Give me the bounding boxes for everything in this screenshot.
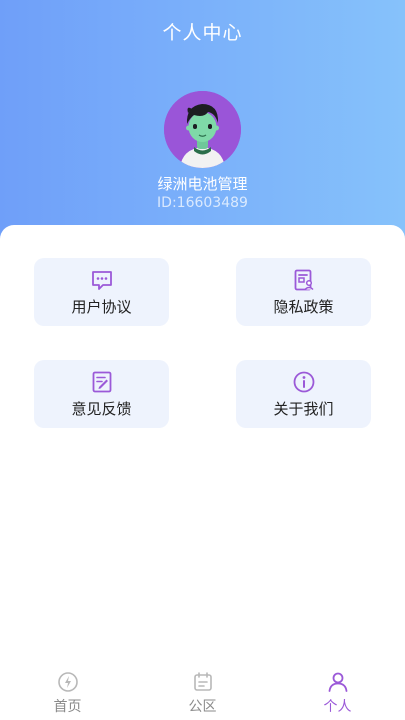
about-us-button[interactable]: 关于我们 [236, 360, 371, 428]
avatar[interactable] [164, 91, 241, 168]
user-id: ID:16603489 [157, 195, 248, 211]
person-icon [326, 670, 350, 694]
tab-home[interactable]: 首页 [0, 665, 135, 720]
avatar-illustration-icon [164, 91, 241, 168]
info-circle-icon [292, 370, 316, 394]
calendar-icon [191, 670, 215, 694]
privacy-policy-button[interactable]: 隐私政策 [236, 258, 371, 326]
user-agreement-label: 用户协议 [71, 297, 132, 316]
tab-profile[interactable]: 个人 [270, 665, 405, 720]
user-name: 绿洲电池管理 [157, 175, 248, 193]
user-agreement-button[interactable]: 用户协议 [34, 258, 169, 326]
feedback-label: 意见反馈 [71, 399, 132, 418]
feedback-button[interactable]: 意见反馈 [34, 360, 169, 428]
tab-profile-label: 个人 [323, 699, 352, 715]
privacy-policy-label: 隐私政策 [273, 297, 334, 316]
tab-public-area-label: 公区 [188, 699, 217, 715]
tab-public-area[interactable]: 公区 [135, 665, 270, 720]
about-us-label: 关于我们 [273, 399, 334, 418]
page-title: 个人中心 [162, 22, 243, 44]
privacy-document-icon [292, 268, 316, 292]
feedback-edit-icon [90, 370, 114, 394]
chat-message-icon [90, 268, 114, 292]
lightning-icon [56, 670, 80, 694]
tab-home-label: 首页 [53, 699, 82, 715]
bottom-tab-bar: 首页 公区 个人 [0, 665, 405, 720]
